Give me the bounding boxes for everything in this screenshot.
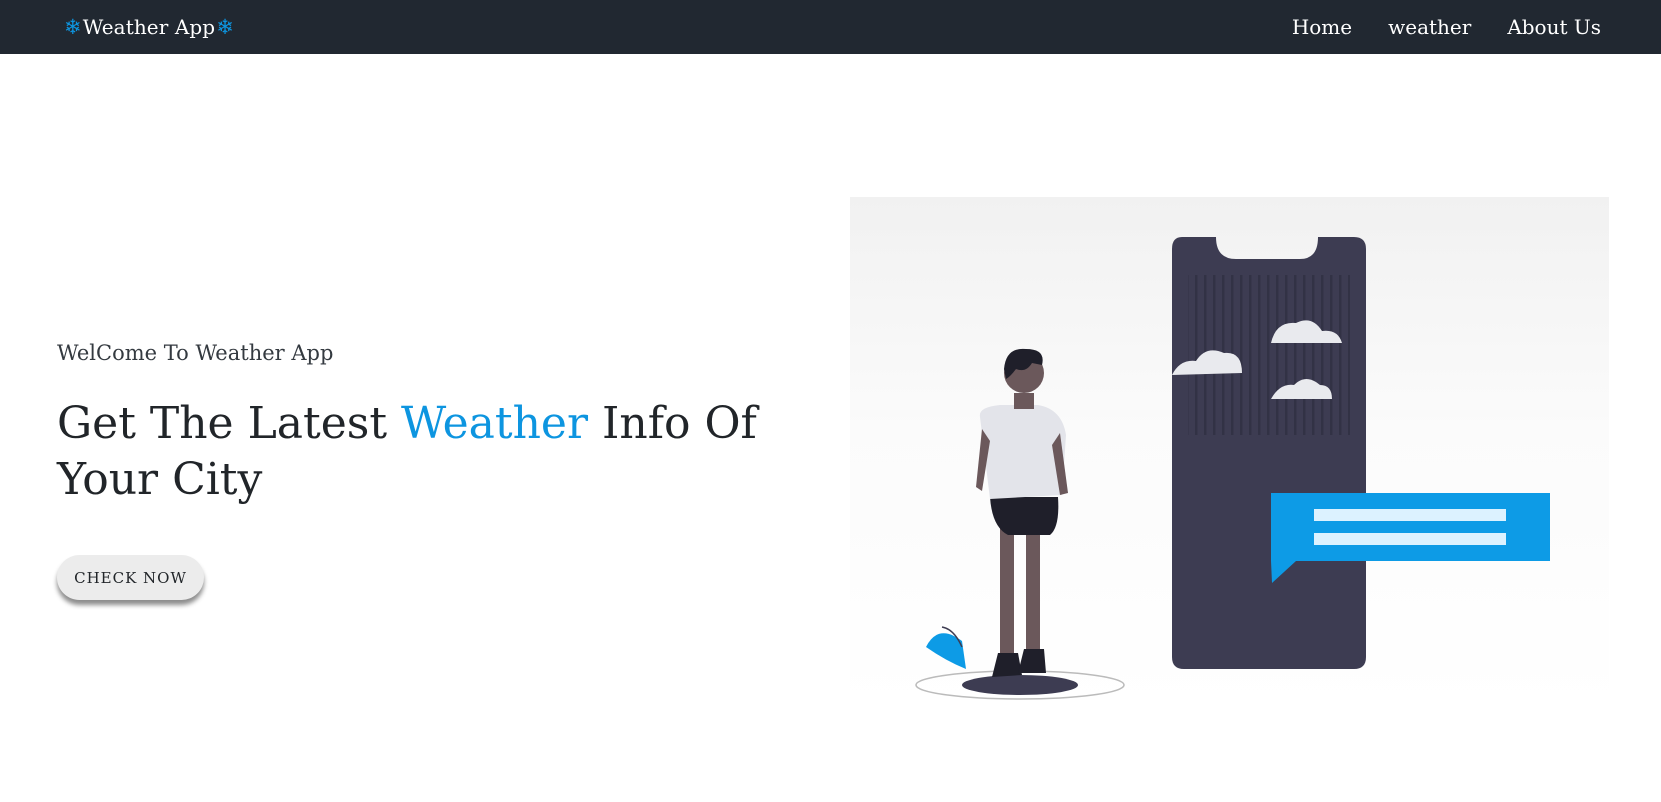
welcome-text: WelCome To Weather App — [57, 341, 334, 365]
snowflake-icon: ❄ — [64, 14, 82, 39]
headline-accent-word: Weather — [401, 398, 588, 449]
phone-graphic — [1172, 237, 1366, 669]
nav-link-weather[interactable]: weather — [1388, 14, 1471, 40]
person-with-weather-phone-illustration — [850, 197, 1609, 709]
snowflake-icon: ❄ — [216, 14, 234, 39]
brand-link[interactable]: ❄ Weather App ❄ — [64, 14, 234, 40]
hero-headline: Get The Latest Weather Info Of Your City — [57, 396, 827, 508]
nav-link-home[interactable]: Home — [1292, 14, 1352, 40]
nav-links: Home weather About Us — [1292, 14, 1601, 40]
check-now-button[interactable]: CHECK NOW — [57, 555, 204, 600]
top-navbar: ❄ Weather App ❄ Home weather About Us — [0, 0, 1661, 54]
headline-text-start: Get The Latest — [57, 398, 387, 449]
brand-title: Weather App — [82, 15, 216, 39]
nav-link-about-us[interactable]: About Us — [1507, 14, 1601, 40]
